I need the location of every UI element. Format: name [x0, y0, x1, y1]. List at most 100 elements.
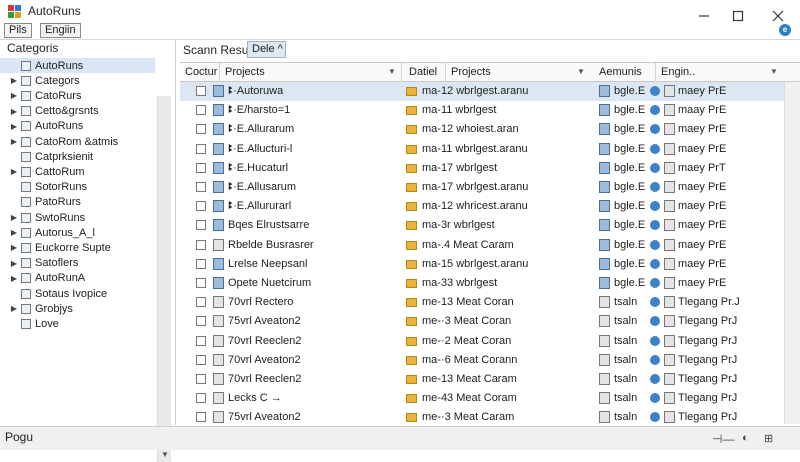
- results-scrollbar[interactable]: [784, 82, 800, 424]
- table-row[interactable]: 70vrl Reeclen2 me-·2 Meat Coran tsaln Tlega…: [180, 332, 800, 351]
- table-row[interactable]: ꔪ·Autoruwa ma-12 wbrlgest.aranu bgle.E maey…: [180, 82, 800, 101]
- row-checkbox[interactable]: [196, 258, 206, 269]
- menu-engine[interactable]: Engiin: [40, 23, 81, 38]
- expand-icon[interactable]: ▶: [9, 167, 19, 176]
- sidebar-item[interactable]: ▶ CatoRom &atmis: [0, 134, 155, 149]
- sidebar-item[interactable]: ▶ Euckorre Supte: [0, 240, 155, 255]
- delete-button[interactable]: Dele ^: [247, 41, 286, 58]
- row-checkbox[interactable]: [196, 124, 206, 135]
- row-checkbox[interactable]: [196, 105, 206, 116]
- chevron-down-icon[interactable]: ▼: [577, 67, 585, 76]
- table-row[interactable]: ꔪ·E.Hucaturl ma-17 wbrlgest bgle.E maey PrT: [180, 159, 800, 178]
- table-row[interactable]: ꔪ·E.Allururarl ma-12 whricest.aranu bgle.E…: [180, 197, 800, 216]
- expand-icon[interactable]: ▶: [9, 91, 19, 100]
- globe-icon: [650, 220, 660, 231]
- grid-icon[interactable]: ⊞: [764, 432, 773, 445]
- table-row[interactable]: Rbelde Busrasrer ma-.4 Meat Caram bgle.E ma…: [180, 236, 800, 255]
- table-row[interactable]: 70vrl Rectero me-13 Meat Coran tsaln Tlegan…: [180, 293, 800, 312]
- sidebar-item[interactable]: ▶ CattoRum: [0, 164, 155, 179]
- column-engine[interactable]: Engin..: [656, 63, 766, 82]
- row-checkbox[interactable]: [196, 201, 206, 212]
- company-icon: [664, 392, 675, 405]
- expand-icon[interactable]: ▶: [9, 259, 19, 268]
- expand-icon[interactable]: ▶: [9, 228, 19, 237]
- entry-company: Tlegang PrJ: [678, 411, 738, 424]
- row-checkbox[interactable]: [196, 316, 206, 327]
- sidebar-item[interactable]: PatoRurs: [0, 195, 155, 210]
- table-row[interactable]: 70vrl Aveaton2 ma-·6 Meat Corann tsaln Tleg…: [180, 351, 800, 370]
- sidebar-item-label: Categors: [35, 74, 80, 87]
- sidebar-item[interactable]: ▶ SwtoRuns: [0, 210, 155, 225]
- row-checkbox[interactable]: [196, 239, 206, 250]
- tree-scrollbar[interactable]: ▼: [157, 96, 171, 462]
- row-checkbox[interactable]: [196, 393, 206, 404]
- sidebar-item[interactable]: ▶ AutoRuns: [0, 119, 155, 134]
- expand-icon[interactable]: ▶: [9, 76, 19, 85]
- sidebar-item[interactable]: SotorRuns: [0, 180, 155, 195]
- help-icon[interactable]: e: [779, 24, 791, 36]
- row-checkbox[interactable]: [196, 354, 206, 365]
- row-checkbox[interactable]: [196, 412, 206, 423]
- row-checkbox[interactable]: [196, 374, 206, 384]
- column-autoruns[interactable]: Aemunis: [594, 63, 656, 82]
- sidebar-item[interactable]: Catprksienit: [0, 149, 155, 164]
- table-row[interactable]: 75vrl Aveaton2 me-·3 Meat Coran tsaln Tlega…: [180, 312, 800, 331]
- sidebar-item[interactable]: ▶ Satoflers: [0, 256, 155, 271]
- column-projects-2[interactable]: Projects: [446, 63, 596, 82]
- sidebar-item[interactable]: ▶ AutoRunA: [0, 271, 155, 286]
- expand-icon[interactable]: ▶: [9, 274, 19, 283]
- chevron-down-icon[interactable]: ▼: [770, 67, 778, 76]
- signature-icon: [599, 315, 610, 328]
- row-checkbox[interactable]: [196, 335, 206, 346]
- entry-company: maey PrT: [678, 161, 726, 174]
- table-row[interactable]: ꔪ·E.Allurarum ma-12 whoiest.aran bgle.E mae…: [180, 120, 800, 139]
- table-row[interactable]: ꔪ·E/harsto=1 ma-11 wbrlgest bgle.E maay PrE: [180, 101, 800, 120]
- entry-signature: tsaln: [614, 315, 638, 328]
- menu-file[interactable]: Pils: [4, 23, 32, 38]
- entry-detail: me-·3 Meat Coran: [422, 315, 512, 328]
- table-row[interactable]: Lecks C → me-43 Meat Coram tsaln Tlegang Pr…: [180, 389, 800, 408]
- entry-name: Lecks C →: [228, 392, 282, 405]
- row-checkbox[interactable]: [196, 278, 206, 288]
- company-icon: [664, 277, 675, 289]
- column-coctur[interactable]: Coctur: [180, 63, 220, 82]
- table-row[interactable]: Lrelse Neepsanl ma-15 wbrlgest.aranu bgle.…: [180, 255, 800, 274]
- entry-name: ꔪ·E.Allucturi-l: [228, 142, 293, 155]
- row-checkbox[interactable]: [196, 297, 206, 308]
- sidebar-item[interactable]: Sotaus Ivopice: [0, 286, 155, 301]
- sidebar-item[interactable]: ▶ CatoRurs: [0, 88, 155, 103]
- expand-icon[interactable]: ▶: [9, 137, 19, 146]
- globe-icon: [650, 393, 660, 404]
- sidebar-item[interactable]: ▶ Cetto&grsnts: [0, 104, 155, 119]
- entry-company: maay PrE: [678, 104, 727, 117]
- column-projects[interactable]: Projects: [220, 63, 402, 82]
- company-icon: [664, 238, 675, 251]
- row-checkbox[interactable]: [196, 220, 206, 231]
- table-row[interactable]: ꔪ·E.Allucturi-l ma-11 wbrlgest.aranu bgle.…: [180, 140, 800, 159]
- expand-icon[interactable]: ▶: [9, 107, 19, 116]
- table-row[interactable]: Opete Nuetcirum ma-33 wbrlgest bgle.E maey …: [180, 274, 800, 293]
- zoom-icon[interactable]: ◐: [742, 432, 749, 444]
- scroll-down-icon[interactable]: ▼: [161, 450, 169, 459]
- sidebar-item[interactable]: ▶ Categors: [0, 73, 155, 88]
- expand-icon[interactable]: ▶: [9, 304, 19, 313]
- sidebar-item[interactable]: AutoRuns: [0, 58, 155, 73]
- sidebar-item[interactable]: ▶ Grobjys: [0, 301, 155, 316]
- table-row[interactable]: 75vrl Aveaton2 me-·3 Meat Caram tsaln Tlega…: [180, 408, 800, 424]
- expand-icon[interactable]: ▶: [9, 243, 19, 252]
- expand-icon[interactable]: ▶: [9, 122, 19, 131]
- chevron-down-icon[interactable]: ▼: [388, 67, 396, 76]
- sidebar-item[interactable]: Love: [0, 316, 155, 331]
- split-handle-icon[interactable]: ⊣—: [712, 432, 734, 446]
- row-checkbox[interactable]: [196, 182, 206, 192]
- row-checkbox[interactable]: [196, 143, 206, 154]
- row-checkbox[interactable]: [196, 162, 206, 173]
- table-row[interactable]: 70vrl Reeclen2 me-13 Meat Caram tsaln Tlega…: [180, 370, 800, 389]
- sidebar-item[interactable]: ▶ Autorus_A_l: [0, 225, 155, 240]
- row-checkbox[interactable]: [196, 86, 206, 96]
- table-row[interactable]: ꔪ·E.Allusarum ma-17 wbrlgest.aranu bgle.E m…: [180, 178, 800, 197]
- entry-name: ꔪ·E.Allururarl: [228, 200, 292, 213]
- column-detail[interactable]: Datiel: [404, 63, 446, 82]
- table-row[interactable]: Bqes Elrustsarre ma-3r wbrlgest bgle.E maey…: [180, 216, 800, 235]
- expand-icon[interactable]: ▶: [9, 213, 19, 222]
